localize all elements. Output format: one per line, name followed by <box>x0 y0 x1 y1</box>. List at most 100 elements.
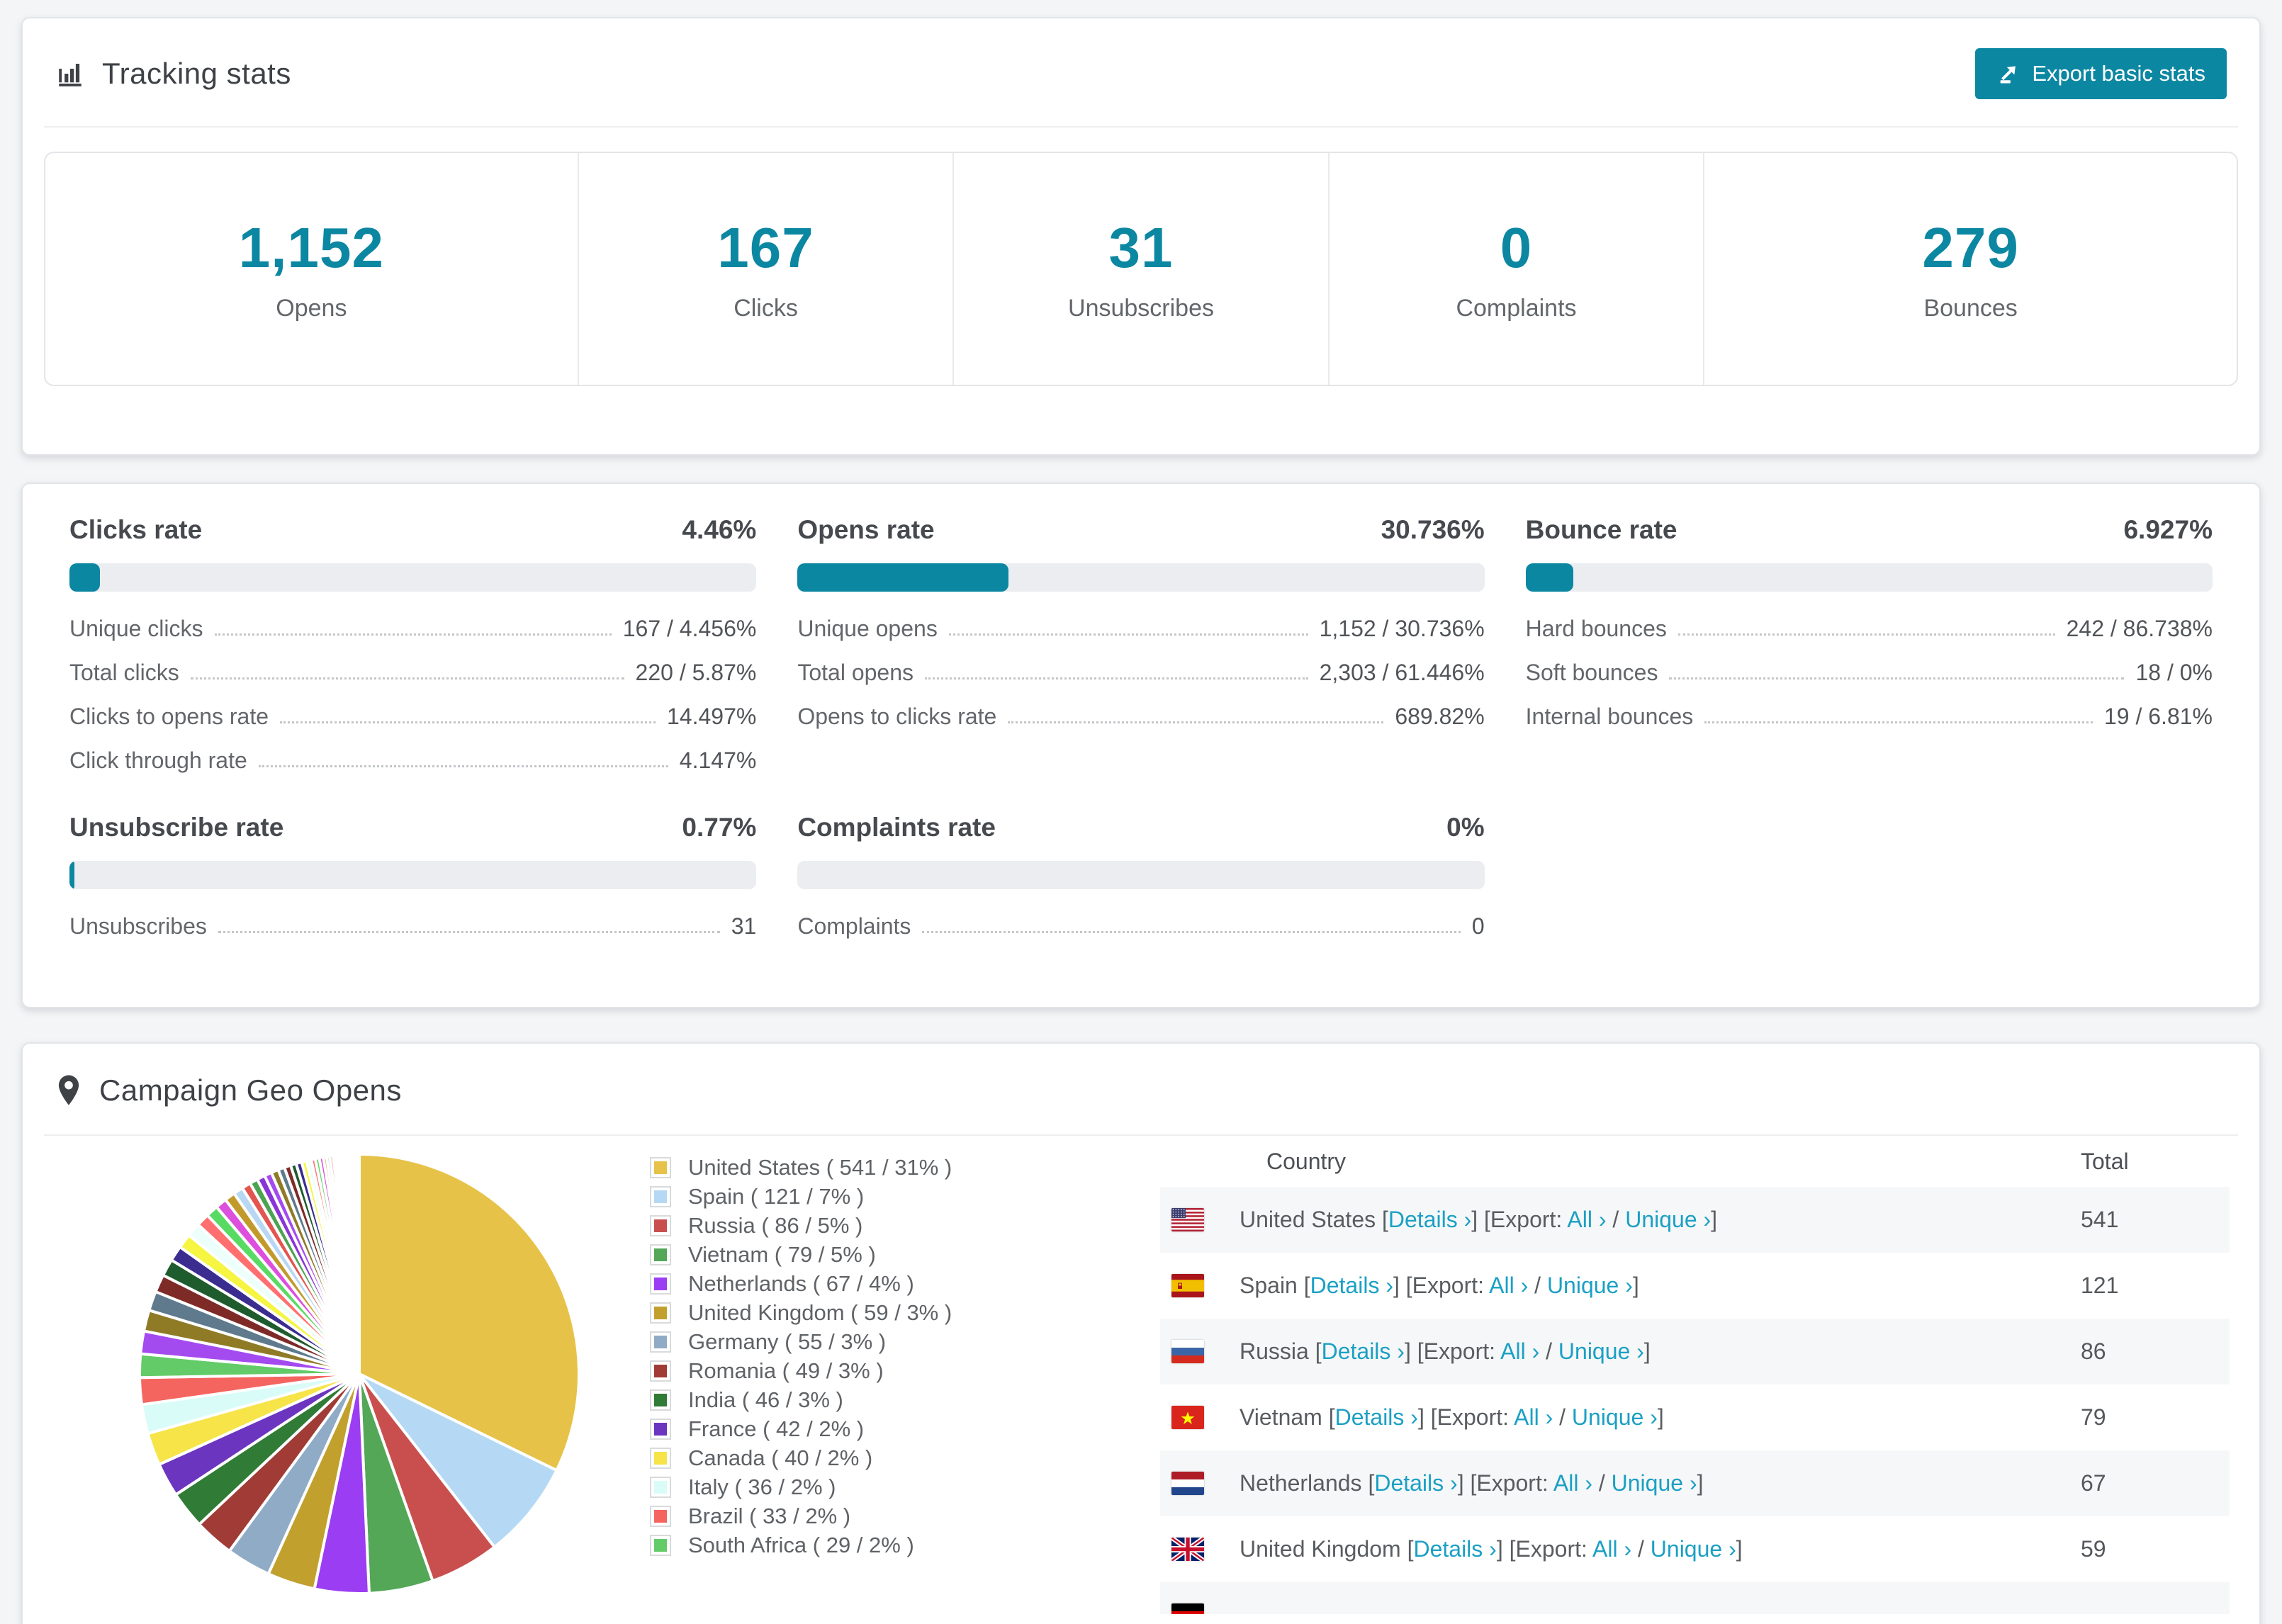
rate-detail-row: Unique clicks 167 / 4.456% <box>69 616 756 641</box>
export-all-link[interactable]: All › <box>1567 1207 1606 1232</box>
rate-detail-value: 167 / 4.456% <box>622 616 757 641</box>
legend-item: South Africa ( 29 / 2% ) <box>650 1530 1018 1560</box>
export-unique-link[interactable]: Unique › <box>1651 1536 1736 1562</box>
export-unique-link[interactable]: Unique › <box>1547 1273 1633 1298</box>
rate-value: 0.77% <box>682 813 757 842</box>
rate-detail-value: 18 / 0% <box>2135 660 2213 685</box>
legend-item: Canada ( 40 / 2% ) <box>650 1443 1018 1472</box>
export-basic-stats-button[interactable]: Export basic stats <box>1975 48 2227 99</box>
legend-label: United Kingdom ( 59 / 3% ) <box>688 1299 952 1325</box>
rate-progress-bar <box>797 861 1485 889</box>
dotted-leader <box>1669 677 2125 680</box>
export-all-link[interactable]: All › <box>1553 1470 1592 1496</box>
export-unique-link[interactable]: Unique › <box>1572 1404 1658 1430</box>
geo-title: Campaign Geo Opens <box>99 1073 402 1107</box>
stat-label: Opens <box>276 295 347 322</box>
export-unique-link[interactable]: Unique › <box>1625 1207 1711 1232</box>
details-link[interactable]: Details › <box>1374 1470 1457 1496</box>
legend-swatch <box>650 1185 671 1207</box>
bar-chart-icon <box>55 59 85 89</box>
rate-panel-head: Complaints rate 0% <box>797 813 1484 842</box>
rate-panel-bounce-rate: Bounce rate 6.927% Hard bounces 242 / 86.73… <box>1525 515 2213 773</box>
rate-progress-bar <box>797 563 1485 592</box>
rate-detail-row: Complaints 0 <box>797 913 1484 939</box>
bracket: ] <box>1657 1404 1664 1430</box>
export-all-link[interactable]: All › <box>1592 1536 1631 1562</box>
us-flag-icon <box>1171 1208 1204 1231</box>
country-cell: Spain [Details ›] [Export: All › / Uniqu… <box>1240 1273 2081 1299</box>
export-all-link[interactable]: All › <box>1489 1273 1528 1298</box>
rate-title: Clicks rate <box>69 515 203 544</box>
geo-header: Campaign Geo Opens <box>23 1044 2259 1134</box>
details-link[interactable]: Details › <box>1310 1273 1393 1298</box>
total-cell: 59 <box>2081 1536 2106 1562</box>
legend-label: United States ( 541 / 31% ) <box>688 1154 952 1180</box>
rate-panel-head: Unsubscribe rate 0.77% <box>69 813 756 842</box>
legend-item: Italy ( 36 / 2% ) <box>650 1472 1018 1501</box>
rate-progress-fill <box>69 563 101 592</box>
country-cell: Russia [Details ›] [Export: All › / Uniq… <box>1240 1338 2081 1365</box>
stat-label: Bounces <box>1923 295 2018 322</box>
stat-label: Clicks <box>734 295 798 322</box>
rate-panel-complaints-rate: Complaints rate 0% Complaints 0 <box>797 813 1485 939</box>
rate-progress-fill <box>69 861 75 889</box>
rate-detail-label: Soft bounces <box>1525 660 1658 685</box>
rate-detail-label: Total opens <box>797 660 914 685</box>
export-unique-link[interactable]: Unique › <box>1558 1338 1644 1364</box>
dotted-leader <box>258 765 668 767</box>
dotted-leader <box>1008 721 1384 723</box>
total-cell: 121 <box>2081 1273 2119 1298</box>
bracket: ] [Export: <box>1471 1207 1568 1232</box>
details-link[interactable]: Details › <box>1413 1536 1496 1562</box>
legend-label: Vietnam ( 79 / 5% ) <box>688 1241 876 1267</box>
details-link[interactable]: Details › <box>1322 1338 1405 1364</box>
separator: / <box>1528 1273 1547 1298</box>
country-cell: Netherlands [Details ›] [Export: All › /… <box>1240 1470 2081 1496</box>
dotted-leader <box>218 931 720 933</box>
legend-label: Russia ( 86 / 5% ) <box>688 1212 863 1238</box>
legend-item: Spain ( 121 / 7% ) <box>650 1182 1018 1211</box>
stat-value: 1,152 <box>238 216 384 279</box>
rate-detail-value: 220 / 5.87% <box>635 660 757 685</box>
rate-progress-bar <box>69 563 757 592</box>
rate-detail-label: Click through rate <box>69 748 247 773</box>
rate-detail-label: Unsubscribes <box>69 913 207 939</box>
table-row: Netherlands [Details ›] [Export: All › /… <box>1160 1450 2230 1516</box>
stat-tile-clicks: 167 Clicks <box>577 153 952 385</box>
bracket: ] <box>1736 1536 1743 1562</box>
legend-label: Romania ( 49 / 3% ) <box>688 1358 884 1383</box>
bracket: [ <box>1400 1536 1414 1562</box>
country-cell: Vietnam [Details ›] [Export: All › / Uni… <box>1240 1404 2081 1431</box>
separator: / <box>1631 1536 1651 1562</box>
rate-detail-value: 19 / 6.81% <box>2103 704 2213 729</box>
dotted-leader <box>190 677 624 680</box>
rate-panel-clicks-rate: Clicks rate 4.46% Unique clicks 167 / 4.456… <box>69 515 757 773</box>
bracket: ] [Export: <box>1457 1470 1553 1496</box>
bracket: [ <box>1376 1207 1388 1232</box>
export-all-link[interactable]: All › <box>1514 1404 1553 1430</box>
bracket: ] [Export: <box>1393 1273 1490 1298</box>
bracket: ] [Export: <box>1404 1338 1501 1364</box>
details-link[interactable]: Details › <box>1335 1404 1418 1430</box>
geo-table-header: Country Total <box>1160 1136 2230 1187</box>
stat-tile-complaints: 0 Complaints <box>1327 153 1703 385</box>
stat-value: 31 <box>1108 216 1174 279</box>
legend-item: Russia ( 86 / 5% ) <box>650 1211 1018 1240</box>
legend-swatch <box>650 1244 671 1265</box>
rate-title: Opens rate <box>797 515 935 544</box>
details-link[interactable]: Details › <box>1388 1207 1471 1232</box>
legend-item: India ( 46 / 3% ) <box>650 1385 1018 1414</box>
export-all-link[interactable]: All › <box>1500 1338 1539 1364</box>
total-cell: 79 <box>2081 1404 2106 1430</box>
rate-detail-row: Total clicks 220 / 5.87% <box>69 660 756 685</box>
vn-flag-icon <box>1171 1406 1204 1429</box>
legend-swatch <box>650 1534 671 1556</box>
dotted-leader <box>1677 633 2055 636</box>
table-row: Russia [Details ›] [Export: All › / Uniq… <box>1160 1319 2230 1385</box>
bracket: ] <box>1697 1470 1704 1496</box>
export-unique-link[interactable]: Unique › <box>1612 1470 1697 1496</box>
legend-swatch <box>650 1302 671 1324</box>
page-title: Tracking stats <box>102 57 291 90</box>
stat-tile-opens: 1,152 Opens <box>45 153 578 385</box>
rate-detail-value: 2,303 / 61.446% <box>1319 660 1485 685</box>
